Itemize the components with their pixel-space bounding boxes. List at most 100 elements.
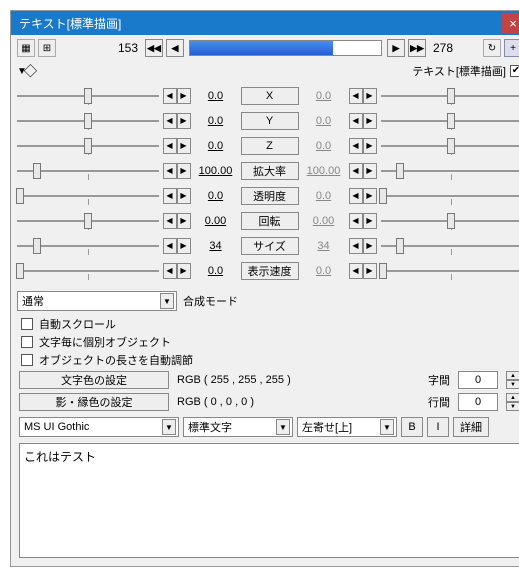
bold-button[interactable]: B [401,417,423,437]
nudge-inc-button[interactable]: ▶ [177,138,191,154]
nudge-inc-button[interactable]: ▶ [363,138,377,154]
param-slider-right[interactable] [381,162,519,180]
nudge-inc-button[interactable]: ▶ [363,188,377,204]
param-value-right[interactable]: 0.0 [303,190,345,202]
seek-start-button[interactable]: ◀◀ [145,39,163,57]
nudge-dec-button[interactable]: ◀ [349,263,363,279]
nudge-dec-button[interactable]: ◀ [163,163,177,179]
nudge-inc-button[interactable]: ▶ [363,113,377,129]
nudge-inc-button[interactable]: ▶ [177,163,191,179]
loop-button[interactable]: ↻ [483,39,501,57]
nudge-dec-button[interactable]: ◀ [163,263,177,279]
nudge-dec-button[interactable]: ◀ [349,188,363,204]
nudge-inc-button[interactable]: ▶ [363,238,377,254]
blend-mode-combo[interactable]: 通常 ▼ [17,291,177,311]
param-slider-right[interactable] [381,187,519,205]
close-button[interactable]: × [502,13,519,33]
nudge-dec-button[interactable]: ◀ [163,113,177,129]
param-value-right[interactable]: 0.0 [303,90,345,102]
param-slider-right[interactable] [381,112,519,130]
param-value-left[interactable]: 0.0 [195,140,237,152]
option-checkbox[interactable] [21,336,33,348]
param-name-button[interactable]: 透明度 [241,187,299,205]
nudge-dec-button[interactable]: ◀ [163,213,177,229]
option-checkbox[interactable] [21,354,33,366]
param-slider-right[interactable] [381,87,519,105]
timeline-bar[interactable] [189,40,382,56]
param-slider-right[interactable] [381,212,519,230]
seek-prev-button[interactable]: ◀ [166,39,184,57]
camera-icon[interactable]: ▦ [17,39,35,57]
param-value-right[interactable]: 34 [303,240,345,252]
param-value-right[interactable]: 0.0 [303,265,345,277]
param-value-left[interactable]: 0.0 [195,265,237,277]
option-checkbox[interactable] [21,318,33,330]
nudge-inc-button[interactable]: ▶ [363,88,377,104]
char-spacing-input[interactable] [458,371,498,389]
param-slider-right[interactable] [381,237,519,255]
seek-next-button[interactable]: ▶ [387,39,405,57]
spin-up-button[interactable]: ▲ [506,393,519,402]
param-slider-left[interactable] [17,137,159,155]
nudge-dec-button[interactable]: ◀ [349,113,363,129]
param-slider-left[interactable] [17,212,159,230]
param-slider-right[interactable] [381,137,519,155]
text-input[interactable] [19,443,519,558]
param-slider-left[interactable] [17,187,159,205]
nudge-dec-button[interactable]: ◀ [349,88,363,104]
line-spacing-input[interactable] [458,393,498,411]
nudge-inc-button[interactable]: ▶ [177,88,191,104]
align-combo[interactable]: 左寄せ[上] ▼ [297,417,397,437]
nudge-inc-button[interactable]: ▶ [363,163,377,179]
nudge-dec-button[interactable]: ◀ [163,88,177,104]
shadow-color-button[interactable]: 影・縁色の設定 [19,393,169,411]
param-value-right[interactable]: 0.00 [303,215,345,227]
enable-checkbox[interactable]: ✔ [510,65,519,77]
param-value-left[interactable]: 0.0 [195,90,237,102]
font-weight-combo[interactable]: 標準文字 ▼ [183,417,293,437]
add-button[interactable]: + [504,39,519,57]
nudge-dec-button[interactable]: ◀ [349,163,363,179]
nudge-dec-button[interactable]: ◀ [349,138,363,154]
nudge-dec-button[interactable]: ◀ [349,213,363,229]
param-name-button[interactable]: Z [241,137,299,155]
param-value-left[interactable]: 34 [195,240,237,252]
nudge-dec-button[interactable]: ◀ [163,238,177,254]
param-name-button[interactable]: 回転 [241,212,299,230]
spin-down-button[interactable]: ▼ [506,402,519,411]
param-value-left[interactable]: 0.00 [195,215,237,227]
param-name-button[interactable]: Y [241,112,299,130]
nudge-inc-button[interactable]: ▶ [177,188,191,204]
param-name-button[interactable]: サイズ [241,237,299,255]
param-slider-left[interactable] [17,162,159,180]
spin-down-button[interactable]: ▼ [506,380,519,389]
param-value-right[interactable]: 0.0 [303,115,345,127]
param-slider-left[interactable] [17,112,159,130]
camera2-icon[interactable]: ⊞ [38,39,56,57]
param-value-right[interactable]: 100.00 [303,165,345,177]
param-value-right[interactable]: 0.0 [303,140,345,152]
nudge-inc-button[interactable]: ▶ [177,263,191,279]
seek-end-button[interactable]: ▶▶ [408,39,426,57]
param-name-button[interactable]: 表示速度 [241,262,299,280]
param-value-left[interactable]: 0.0 [195,190,237,202]
nudge-inc-button[interactable]: ▶ [363,213,377,229]
param-value-left[interactable]: 0.0 [195,115,237,127]
text-color-button[interactable]: 文字色の設定 [19,371,169,389]
collapse-icon[interactable]: ▼ [17,66,27,77]
nudge-inc-button[interactable]: ▶ [177,238,191,254]
spin-up-button[interactable]: ▲ [506,371,519,380]
param-slider-right[interactable] [381,262,519,280]
nudge-dec-button[interactable]: ◀ [163,138,177,154]
param-slider-left[interactable] [17,87,159,105]
nudge-dec-button[interactable]: ◀ [349,238,363,254]
param-slider-left[interactable] [17,237,159,255]
font-name-combo[interactable]: MS UI Gothic ▼ [19,417,179,437]
param-value-left[interactable]: 100.00 [195,165,237,177]
param-name-button[interactable]: X [241,87,299,105]
param-name-button[interactable]: 拡大率 [241,162,299,180]
param-slider-left[interactable] [17,262,159,280]
detail-button[interactable]: 詳細 [453,417,489,437]
nudge-inc-button[interactable]: ▶ [363,263,377,279]
nudge-inc-button[interactable]: ▶ [177,213,191,229]
